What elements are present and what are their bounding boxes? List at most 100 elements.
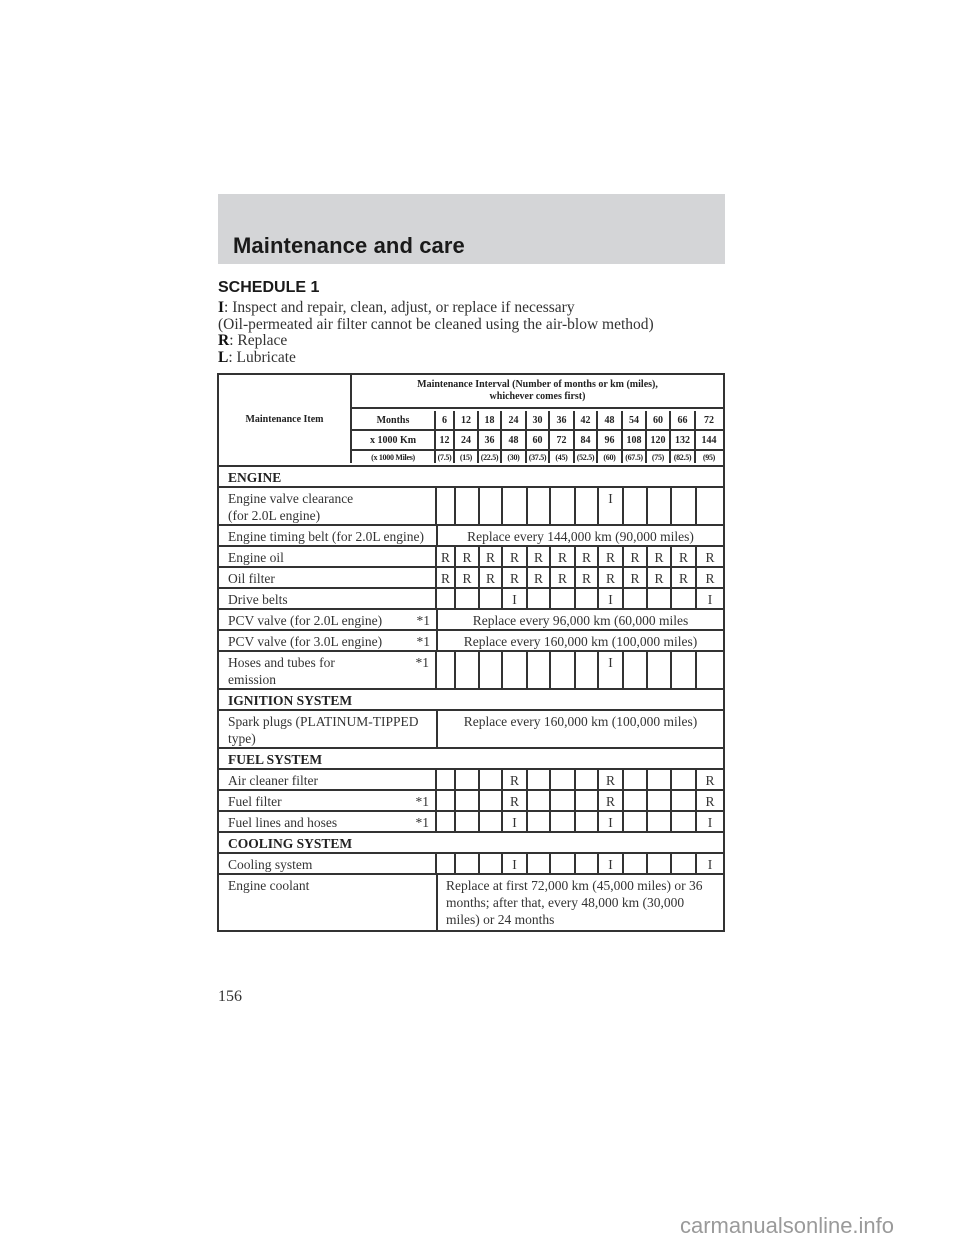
km-cell: 120 <box>647 431 671 449</box>
interval-mark-cell: R <box>503 568 528 587</box>
interval-mark-cell <box>624 652 648 688</box>
interval-marks: RRR <box>437 770 723 789</box>
interval-mark-cell <box>551 652 576 688</box>
item-label: Engine coolant <box>228 878 310 893</box>
interval-mark-cell <box>437 652 456 688</box>
maintenance-item-name: Engine coolant <box>219 875 438 930</box>
section-heading: ENGINE <box>228 470 282 485</box>
table-row: Fuel lines and hoses *1 I I I <box>219 812 723 833</box>
month-cell: 66 <box>671 411 696 429</box>
month-cell: 6 <box>436 411 455 429</box>
interval-mark-cell: R <box>528 568 551 587</box>
maintenance-item-name: Spark plugs (PLATINUM-TIPPED type) <box>219 711 438 747</box>
interval-mark-cell: R <box>503 791 528 810</box>
interval-mark-cell <box>456 589 480 608</box>
interval-mark-cell <box>648 770 672 789</box>
interval-mark-cell: R <box>576 547 599 566</box>
interval-mark-cell <box>528 854 551 873</box>
schedule-title: SCHEDULE 1 <box>218 279 320 296</box>
interval-mark-cell <box>551 770 576 789</box>
interval-mark-cell <box>551 812 576 831</box>
interval-mark-cell <box>624 488 648 524</box>
interval-mark-cell <box>648 791 672 810</box>
interval-marks: RRR <box>437 791 723 810</box>
miles-label: (x 1000 Miles) <box>352 451 436 463</box>
interval-mark-cell <box>624 812 648 831</box>
interval-mark-cell <box>437 854 456 873</box>
section-row: IGNITION SYSTEM <box>219 690 723 711</box>
miles-cell: (82.5) <box>671 451 696 463</box>
interval-mark-cell <box>672 812 697 831</box>
month-cell: 30 <box>527 411 550 429</box>
interval-mark-cell <box>648 488 672 524</box>
interval-mark-cell <box>528 589 551 608</box>
miles-cell: (37.5) <box>527 451 550 463</box>
table-row: Engine oil R R R R R R R R R R R R <box>219 547 723 568</box>
item-label: Fuel lines and hoses <box>228 815 338 830</box>
interval-mark-cell <box>576 854 599 873</box>
interval-mark-cell: R <box>528 547 551 566</box>
legend-note: (Oil-permeated air filter cannot be clea… <box>218 316 738 334</box>
maintenance-item-name: Fuel filter *1 <box>219 791 437 810</box>
interval-mark-cell: I <box>599 589 624 608</box>
table-body: ENGINE Engine valve clearance (for 2.0L en… <box>219 467 723 930</box>
months-row: Months 6 12 18 24 30 36 42 48 54 60 66 72 <box>352 411 723 431</box>
interval-mark-cell <box>697 652 723 688</box>
km-cell: 84 <box>575 431 598 449</box>
miles-cell: (52.5) <box>575 451 598 463</box>
table-row: Cooling system I I I <box>219 854 723 875</box>
interval-marks: III <box>437 854 723 873</box>
interval-mark-cell <box>503 488 528 524</box>
interval-instruction: Replace at first 72,000 km (45,000 miles… <box>438 875 723 930</box>
instruction-line: miles) or 24 months <box>446 912 555 927</box>
watermark: carmanualsonline.info <box>680 1213 895 1238</box>
table-row: Air cleaner filter R R R <box>219 770 723 791</box>
interval-mark-cell <box>456 854 480 873</box>
interval-mark-cell <box>456 791 480 810</box>
interval-mark-cell <box>576 812 599 831</box>
item-label: PCV valve (for 2.0L engine) <box>228 613 383 628</box>
chapter-header: Maintenance and care <box>218 194 725 264</box>
legend-item-replace: R: Replace <box>218 332 738 350</box>
interval-mark-cell <box>480 589 503 608</box>
interval-mark-cell: R <box>705 571 715 586</box>
legend-text: : Lubricate <box>228 348 296 366</box>
interval-mark-cell: R <box>480 568 503 587</box>
maintenance-item-name: Drive belts <box>219 589 437 608</box>
item-label: Engine oil <box>228 550 284 565</box>
interval-mark-cell <box>480 791 503 810</box>
interval-mark-cell <box>576 488 599 524</box>
interval-mark-cell <box>480 770 503 789</box>
interval-mark-cell: I <box>599 652 624 688</box>
maintenance-item-name: Air cleaner filter <box>219 770 437 789</box>
item-label: PCV valve (for 3.0L engine) <box>228 634 383 649</box>
interval-mark-cell <box>624 854 648 873</box>
km-cell: 144 <box>701 434 717 446</box>
month-cell: 48 <box>598 411 623 429</box>
interval-mark-cell <box>576 589 599 608</box>
item-label: Spark plugs (PLATINUM-TIPPED <box>228 714 419 729</box>
interval-mark-cell <box>624 770 648 789</box>
instruction-line: Replace at first 72,000 km (45,000 miles… <box>446 878 703 893</box>
section-heading: COOLING SYSTEM <box>228 836 353 851</box>
maintenance-item-name: Engine timing belt (for 2.0L engine) <box>219 526 438 545</box>
miles-cell: (60) <box>598 451 623 463</box>
interval-marks: RRRRRRRRRRRR <box>437 547 723 566</box>
interval-mark-cell: I <box>599 488 624 524</box>
interval-mark-cell <box>672 652 697 688</box>
km-cell: 48 <box>502 431 527 449</box>
month-cell: 72 <box>704 414 714 426</box>
km-cell: 96 <box>598 431 623 449</box>
item-label: Hoses and tubes for <box>228 655 335 670</box>
km-cell: 12 <box>436 431 455 449</box>
month-cell: 18 <box>479 411 502 429</box>
legend-text: : Inspect and repair, clean, adjust, or … <box>224 299 575 316</box>
interval-mark-cell <box>624 589 648 608</box>
table-header: Maintenance Item Maintenance Interval (N… <box>219 375 723 467</box>
maintenance-item-name: PCV valve (for 2.0L engine) *1 <box>219 610 438 629</box>
table-row: Fuel filter *1 R R R <box>219 791 723 812</box>
footnote-marker: *1 <box>416 613 431 628</box>
interval-mark-cell: R <box>456 547 480 566</box>
interval-mark-cell <box>528 652 551 688</box>
section-heading: FUEL SYSTEM <box>228 752 323 767</box>
